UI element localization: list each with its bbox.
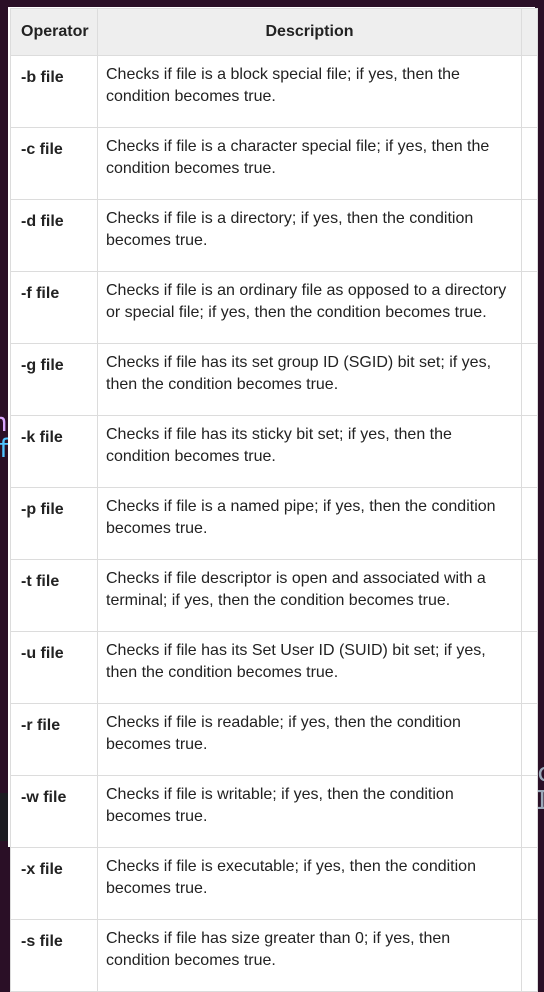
table-row: -f file Checks if file is an ordinary fi… [10,271,538,344]
operator-cell: -x file [10,847,98,920]
operator-cell: -t file [10,559,98,632]
description-cell: Checks if file is a character special fi… [97,127,522,200]
description-cell: Checks if file has its sticky bit set; i… [97,415,522,488]
table-row: -x file Checks if file is executable; if… [10,847,538,920]
operator-cell: -p file [10,487,98,560]
table-row: -t file Checks if file descriptor is ope… [10,559,538,632]
extra-cell [521,631,538,704]
operator-cell: -w file [10,775,98,848]
description-cell: Checks if file has size greater than 0; … [97,919,522,992]
operator-cell: -r file [10,703,98,776]
table-row: -r file Checks if file is readable; if y… [10,703,538,776]
description-cell: Checks if file descriptor is open and as… [97,559,522,632]
extra-cell [521,343,538,416]
extra-cell [521,199,538,272]
extra-cell [521,559,538,632]
operator-cell: -b file [10,55,98,128]
extra-cell [521,55,538,128]
table-row: -g file Checks if file has its set group… [10,343,538,416]
file-test-operators-table: Operator Description -b file Checks if f… [10,8,538,992]
extra-cell [521,703,538,776]
description-column-header: Description [97,8,522,56]
extra-cell [521,775,538,848]
table-header-row: Operator Description [10,8,538,56]
operator-cell: -f file [10,271,98,344]
extra-cell [521,415,538,488]
table-row: -s file Checks if file has size greater … [10,919,538,992]
background-text-fragment: n [0,410,8,436]
description-cell: Checks if file is writable; if yes, then… [97,775,522,848]
description-cell: Checks if file has its set group ID (SGI… [97,343,522,416]
description-cell: Checks if file is a directory; if yes, t… [97,199,522,272]
operator-cell: -s file [10,919,98,992]
operator-cell: -c file [10,127,98,200]
operator-cell: -u file [10,631,98,704]
table-row: -k file Checks if file has its sticky bi… [10,415,538,488]
description-cell: Checks if file is an ordinary file as op… [97,271,522,344]
operator-column-header: Operator [10,8,98,56]
description-cell: Checks if file is executable; if yes, th… [97,847,522,920]
table-row: -w file Checks if file is writable; if y… [10,775,538,848]
description-cell: Checks if file has its Set User ID (SUID… [97,631,522,704]
extra-cell [521,127,538,200]
description-cell: Checks if file is readable; if yes, then… [97,703,522,776]
description-cell: Checks if file is a named pipe; if yes, … [97,487,522,560]
operator-cell: -k file [10,415,98,488]
table-row: -b file Checks if file is a block specia… [10,55,538,128]
extra-cell [521,919,538,992]
table-row: -d file Checks if file is a directory; i… [10,199,538,272]
operator-cell: -d file [10,199,98,272]
table-row: -p file Checks if file is a named pipe; … [10,487,538,560]
extra-cell [521,271,538,344]
description-cell: Checks if file is a block special file; … [97,55,522,128]
operator-cell: -g file [10,343,98,416]
table-row: -c file Checks if file is a character sp… [10,127,538,200]
extra-cell [521,487,538,560]
extra-column-header [521,8,538,56]
extra-cell [521,847,538,920]
table-row: -u file Checks if file has its Set User … [10,631,538,704]
